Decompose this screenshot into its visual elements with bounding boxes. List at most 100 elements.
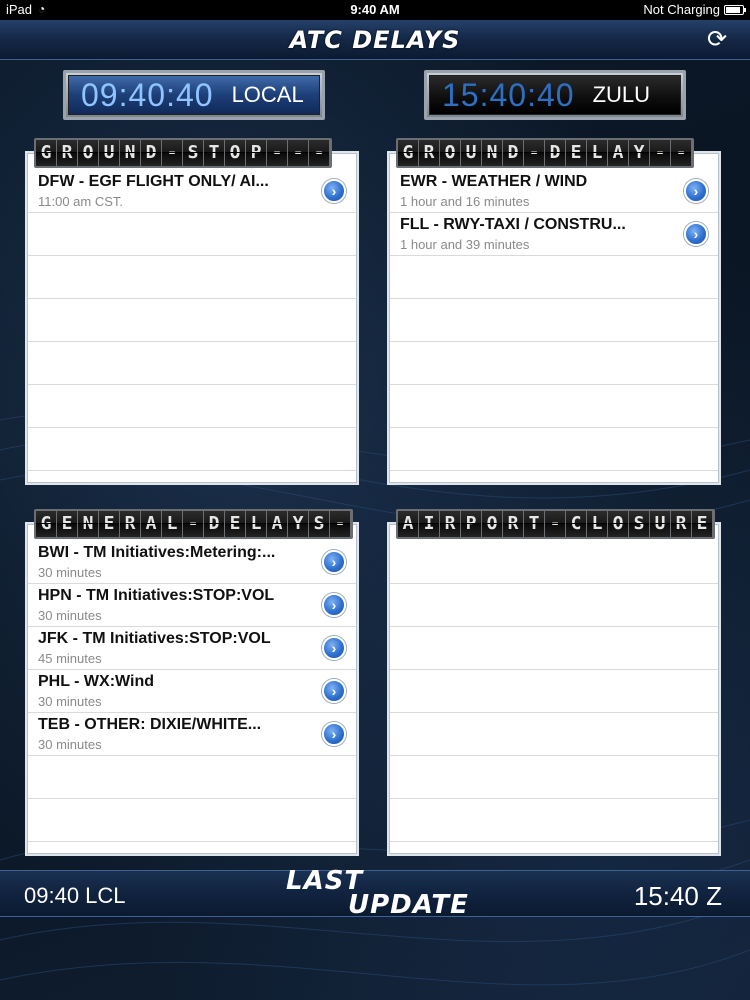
list-item[interactable]: HPN - TM Initiatives:STOP:VOL 30 minutes › bbox=[28, 584, 356, 627]
list-item-title: TEB - OTHER: DIXIE/WHITE... bbox=[38, 716, 262, 733]
general-delays-panel: GENERAL-DELAYS- BWI - TM Initiatives:Met… bbox=[27, 509, 357, 854]
header-flap: - bbox=[330, 511, 350, 537]
header-flap: R bbox=[671, 511, 691, 537]
list-item[interactable]: DFW - EGF FLIGHT ONLY/ AI... 11:00 am CST… bbox=[28, 170, 356, 213]
header-flap: U bbox=[99, 140, 119, 166]
chevron-right-icon[interactable]: › bbox=[322, 679, 346, 703]
header-flap: - bbox=[267, 140, 287, 166]
header-flap: - bbox=[183, 511, 203, 537]
header-flap: A bbox=[398, 511, 418, 537]
battery-status: Not Charging bbox=[643, 2, 720, 17]
list-item[interactable]: FLL - RWY-TAXI / CONSTRU... 1 hour and 39… bbox=[390, 213, 718, 256]
header-flap: C bbox=[566, 511, 586, 537]
list-item[interactable]: JFK - TM Initiatives:STOP:VOL 45 minutes › bbox=[28, 627, 356, 670]
last-update-logo: LAST UPDATE bbox=[286, 866, 486, 920]
header-flap: D bbox=[545, 140, 565, 166]
header-flap: G bbox=[36, 140, 56, 166]
empty-row bbox=[28, 299, 356, 342]
chevron-right-icon[interactable]: › bbox=[322, 550, 346, 574]
chevron-right-icon[interactable]: › bbox=[684, 222, 708, 246]
header-flap: - bbox=[524, 140, 544, 166]
list-item[interactable]: PHL - WX:Wind 30 minutes › bbox=[28, 670, 356, 713]
header-flap: S bbox=[629, 511, 649, 537]
header-flap: O bbox=[482, 511, 502, 537]
list-item-title: DFW - EGF FLIGHT ONLY/ AI... bbox=[38, 173, 269, 190]
chevron-right-icon[interactable]: › bbox=[322, 179, 346, 203]
empty-row bbox=[390, 713, 718, 756]
header-flap: D bbox=[503, 140, 523, 166]
zulu-clock: 15:40:40 ZULU bbox=[424, 70, 686, 120]
header-flap: D bbox=[204, 511, 224, 537]
chevron-right-icon[interactable]: › bbox=[322, 593, 346, 617]
empty-row bbox=[390, 756, 718, 799]
header-flap: G bbox=[398, 140, 418, 166]
empty-row bbox=[390, 256, 718, 299]
header-flap: G bbox=[36, 511, 56, 537]
list-item[interactable]: BWI - TM Initiatives:Metering:... 30 minu… bbox=[28, 541, 356, 584]
airport-closure-list bbox=[390, 541, 718, 853]
header-flap: U bbox=[650, 511, 670, 537]
header-flap: Y bbox=[629, 140, 649, 166]
ground-stop-header: GROUND-STOP--- bbox=[34, 138, 332, 168]
header-flap: - bbox=[162, 140, 182, 166]
header-flap: - bbox=[545, 511, 565, 537]
header-flap: T bbox=[524, 511, 544, 537]
chevron-right-icon[interactable]: › bbox=[684, 179, 708, 203]
header-flap: R bbox=[120, 511, 140, 537]
empty-row bbox=[28, 256, 356, 299]
header-flap: R bbox=[57, 140, 77, 166]
ground-delay-header: GROUND-DELAY-- bbox=[396, 138, 694, 168]
header-flap: O bbox=[225, 140, 245, 166]
header-flap: Y bbox=[288, 511, 308, 537]
header-flap: A bbox=[141, 511, 161, 537]
list-item-subtitle: 30 minutes bbox=[38, 608, 102, 623]
header-flap: L bbox=[246, 511, 266, 537]
local-clock-label: LOCAL bbox=[231, 82, 304, 107]
refresh-icon[interactable]: ⟳ bbox=[702, 26, 732, 54]
title-bar: ATC DELAYS ⟳ bbox=[0, 20, 750, 60]
header-flap: L bbox=[162, 511, 182, 537]
ground-stop-list: DFW - EGF FLIGHT ONLY/ AI... 11:00 am CST… bbox=[28, 170, 356, 482]
empty-row bbox=[390, 385, 718, 428]
list-item-title: EWR - WEATHER / WIND bbox=[400, 173, 588, 190]
local-clock: 09:40:40 LOCAL bbox=[63, 70, 325, 120]
empty-row bbox=[390, 541, 718, 584]
empty-row bbox=[390, 627, 718, 670]
header-flap: R bbox=[503, 511, 523, 537]
header-flap: R bbox=[440, 511, 460, 537]
header-flap: L bbox=[587, 511, 607, 537]
header-flap: P bbox=[246, 140, 266, 166]
header-flap: U bbox=[461, 140, 481, 166]
empty-row bbox=[28, 428, 356, 471]
header-flap: - bbox=[288, 140, 308, 166]
chevron-right-icon[interactable]: › bbox=[322, 722, 346, 746]
header-flap: O bbox=[608, 511, 628, 537]
list-item-subtitle: 30 minutes bbox=[38, 737, 102, 752]
battery-icon bbox=[724, 5, 746, 15]
chevron-right-icon[interactable]: › bbox=[322, 636, 346, 660]
empty-row bbox=[390, 584, 718, 627]
empty-row bbox=[28, 342, 356, 385]
header-flap: E bbox=[566, 140, 586, 166]
list-item[interactable]: EWR - WEATHER / WIND 1 hour and 16 minute… bbox=[390, 170, 718, 213]
empty-row bbox=[28, 756, 356, 799]
list-item[interactable]: TEB - OTHER: DIXIE/WHITE... 30 minutes › bbox=[28, 713, 356, 756]
header-flap: N bbox=[482, 140, 502, 166]
last-update-line2: UPDATE bbox=[348, 890, 469, 920]
app-title: ATC DELAYS bbox=[289, 26, 461, 54]
list-item-subtitle: 30 minutes bbox=[38, 694, 102, 709]
airport-closure-header: AIRPORT-CLOSURE bbox=[396, 509, 715, 539]
list-item-title: PHL - WX:Wind bbox=[38, 673, 154, 690]
header-flap: - bbox=[309, 140, 329, 166]
status-bar: iPad ◔ 9:40 AM Not Charging bbox=[0, 0, 750, 20]
header-flap: S bbox=[183, 140, 203, 166]
header-flap: P bbox=[461, 511, 481, 537]
zulu-clock-label: ZULU bbox=[592, 82, 651, 107]
footer-zulu-time: 15:40 Z bbox=[633, 881, 722, 911]
list-item-title: FLL - RWY-TAXI / CONSTRU... bbox=[400, 216, 626, 233]
zulu-clock-time: 15:40:40 bbox=[442, 76, 575, 113]
header-flap: R bbox=[419, 140, 439, 166]
list-item-subtitle: 1 hour and 39 minutes bbox=[400, 237, 530, 252]
general-delays-header: GENERAL-DELAYS- bbox=[34, 509, 353, 539]
footer-local-time: 09:40 LCL bbox=[24, 883, 126, 908]
